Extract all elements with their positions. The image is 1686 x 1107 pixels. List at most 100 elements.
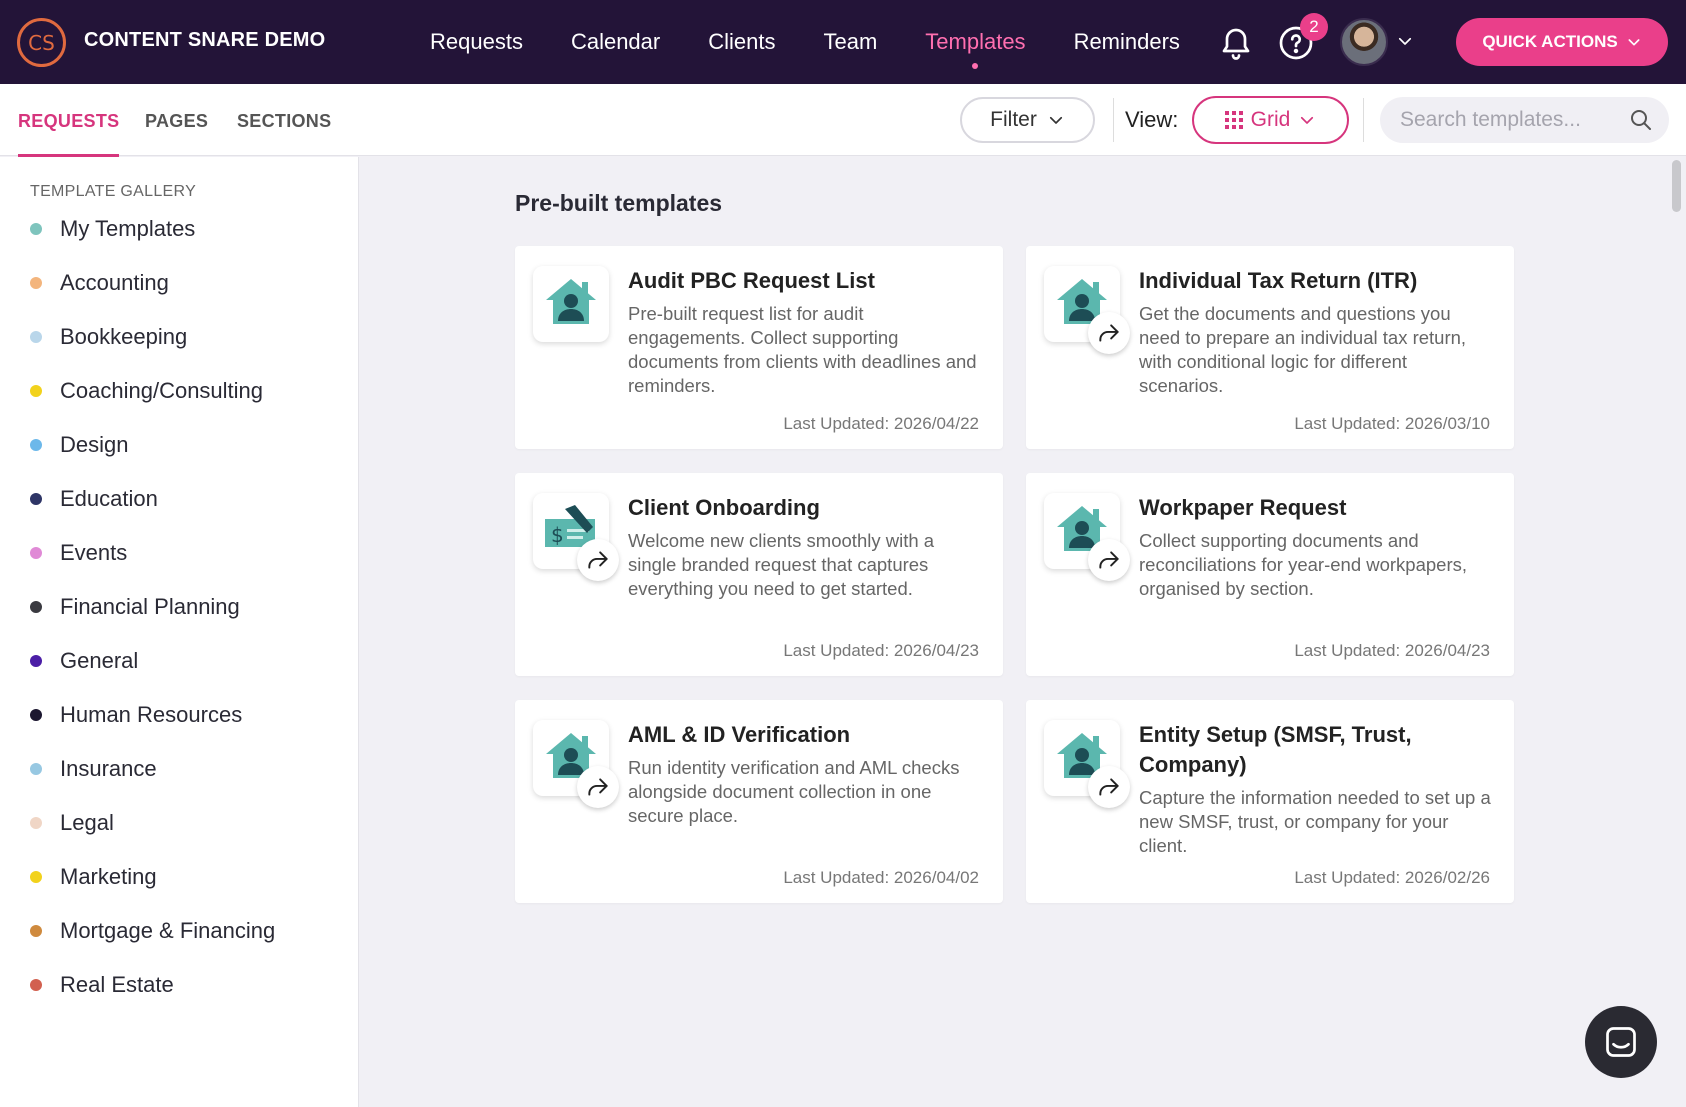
template-description: Get the documents and questions you need… [1139, 303, 1467, 396]
sidebar-category-education[interactable]: Education [30, 484, 158, 514]
share-icon [1088, 312, 1130, 354]
sidebar-category-coaching-consulting[interactable]: Coaching/Consulting [30, 376, 263, 406]
sidebar-category-marketing[interactable]: Marketing [30, 862, 157, 892]
view-value: Grid [1250, 108, 1291, 131]
share-icon [1088, 766, 1130, 808]
template-title: Entity Setup (SMSF, Trust, Company) [1139, 722, 1412, 777]
bell-icon[interactable] [1218, 24, 1254, 60]
category-label: Real Estate [60, 972, 174, 997]
template-description: Capture the information needed to set up… [1139, 787, 1491, 856]
nav-requests[interactable]: Requests [430, 29, 523, 55]
sidebar-category-my-templates[interactable]: My Templates [30, 214, 195, 244]
category-color-dot [30, 979, 42, 991]
template-last-updated: Last Updated: 2026/04/02 [783, 868, 979, 887]
category-label: My Templates [60, 216, 196, 241]
sidebar-category-general[interactable]: General [30, 646, 138, 676]
template-card[interactable]: Audit PBC Request List Pre-built request … [515, 246, 1003, 449]
template-description: Pre-built request list for audit engagem… [628, 303, 977, 396]
sidebar-category-events[interactable]: Events [30, 538, 127, 568]
template-last-updated: Last Updated: 2026/04/23 [783, 641, 979, 660]
filter-label: Filter [990, 108, 1037, 131]
category-color-dot [30, 331, 42, 343]
category-color-dot [30, 601, 42, 613]
template-description: Run identity verification and AML checks… [628, 757, 960, 826]
sidebar-category-insurance[interactable]: Insurance [30, 754, 157, 784]
template-title: Individual Tax Return (ITR) [1139, 268, 1418, 293]
tab-requests[interactable]: REQUESTS [18, 111, 120, 158]
nav-reminders[interactable]: Reminders [1074, 29, 1180, 55]
house-person-icon [542, 276, 600, 333]
chevron-down-icon [1301, 116, 1314, 124]
brand-logo[interactable]: CS [17, 18, 66, 67]
template-last-updated: Last Updated: 2026/02/26 [1294, 868, 1490, 887]
category-label: Legal [60, 810, 114, 835]
category-label: General [60, 648, 139, 673]
view-select[interactable]: Grid [1192, 96, 1349, 144]
svg-text:$: $ [551, 523, 564, 547]
share-icon [577, 539, 619, 581]
logo-text: CS [28, 30, 55, 55]
chevron-down-icon[interactable] [1396, 32, 1414, 50]
search-icon[interactable] [1629, 108, 1653, 132]
category-color-dot [30, 493, 42, 505]
category-label: Design [60, 432, 129, 457]
nav-calendar[interactable]: Calendar [571, 29, 660, 55]
sidebar-category-real-estate[interactable]: Real Estate [30, 970, 174, 1000]
search-input[interactable] [1380, 97, 1669, 143]
template-last-updated: Last Updated: 2026/03/10 [1294, 414, 1490, 433]
template-card[interactable]: Workpaper Request Collect supporting docu… [1026, 473, 1514, 676]
category-color-dot [30, 547, 42, 559]
category-color-dot [30, 763, 42, 775]
sidebar-category-human-resources[interactable]: Human Resources [30, 700, 242, 730]
help-notification-badge: 2 [1300, 13, 1328, 41]
quick-actions-label: QUICK ACTIONS [1482, 32, 1618, 51]
template-card[interactable]: Entity Setup (SMSF, Trust, Company) Captu… [1026, 700, 1514, 903]
chat-launcher-button[interactable] [1585, 1006, 1657, 1078]
nav-team[interactable]: Team [823, 29, 877, 55]
category-label: Accounting [60, 270, 169, 295]
sidebar-category-design[interactable]: Design [30, 430, 128, 460]
template-card[interactable]: AML & ID Verification Run identity verifi… [515, 700, 1003, 903]
template-icon-box [533, 266, 609, 342]
quick-actions-button[interactable]: QUICK ACTIONS [1456, 18, 1668, 66]
category-label: Events [60, 540, 128, 565]
tab-sections[interactable]: SECTIONS [237, 111, 331, 132]
sidebar-category-mortgage-financing[interactable]: Mortgage & Financing [30, 916, 275, 946]
template-card[interactable]: Individual Tax Return (ITR) Get the docum… [1026, 246, 1514, 449]
main-nav: Requests Calendar Clients Team Templates… [430, 0, 1228, 84]
user-avatar[interactable] [1340, 18, 1388, 66]
category-color-dot [30, 277, 42, 289]
divider [1363, 98, 1364, 142]
category-label: Financial Planning [60, 594, 240, 619]
share-icon [577, 766, 619, 808]
template-description: Welcome new clients smoothly with a sing… [628, 530, 935, 599]
section-title: Pre-built templates [515, 190, 723, 216]
sidebar-category-financial-planning[interactable]: Financial Planning [30, 592, 240, 622]
category-label: Mortgage & Financing [60, 918, 276, 943]
template-card[interactable]: $ Client Onboarding Welcome new clients sm… [515, 473, 1003, 676]
nav-clients[interactable]: Clients [708, 29, 775, 55]
top-navigation-bar: CS CONTENT SNARE DEMO Requests Calendar … [0, 0, 1686, 84]
tab-pages[interactable]: PAGES [145, 111, 208, 132]
category-label: Education [60, 486, 158, 511]
category-color-dot [30, 925, 42, 937]
view-label: View: [1125, 107, 1179, 132]
template-gallery-sidebar: TEMPLATE GALLERY My Templates Accounting B… [0, 157, 359, 1107]
sidebar-category-accounting[interactable]: Accounting [30, 268, 169, 298]
category-label: Human Resources [60, 702, 243, 727]
nav-templates[interactable]: Templates [925, 29, 1026, 69]
sidebar-category-legal[interactable]: Legal [30, 808, 114, 838]
sidebar-category-bookkeeping[interactable]: Bookkeeping [30, 322, 187, 352]
category-color-dot [30, 439, 42, 451]
filter-button[interactable]: Filter [960, 97, 1095, 143]
chat-icon [1606, 1027, 1636, 1057]
template-title: Workpaper Request [1139, 495, 1347, 520]
sub-navigation-bar: REQUESTS PAGES SECTIONS Filter View: Gri… [0, 84, 1686, 158]
scrollbar[interactable] [1672, 160, 1681, 212]
template-description: Collect supporting documents and reconci… [1139, 530, 1468, 599]
category-color-dot [30, 223, 42, 235]
template-title: AML & ID Verification [628, 722, 851, 747]
chevron-down-icon [1628, 39, 1640, 46]
category-label: Insurance [60, 756, 157, 781]
brand-name[interactable]: CONTENT SNARE DEMO [84, 29, 325, 52]
